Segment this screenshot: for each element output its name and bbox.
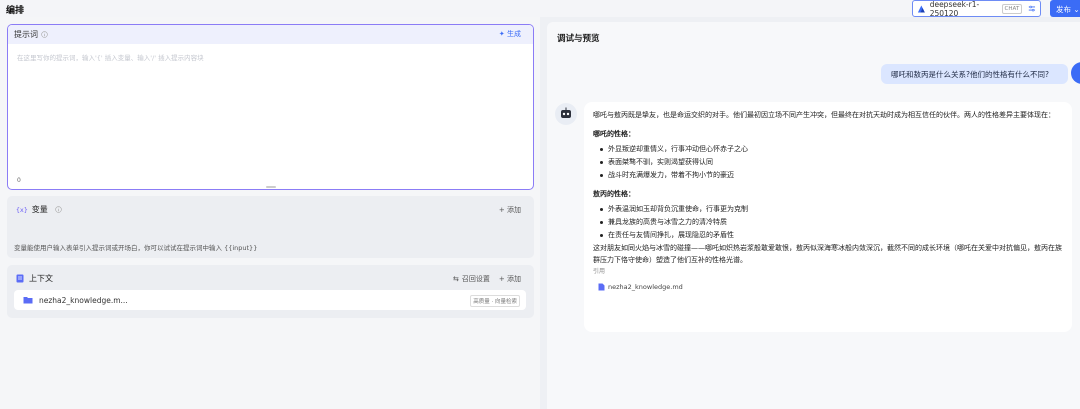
citation-file[interactable]: nezha2_knowledge.md xyxy=(598,282,1064,294)
user-message: 哪吒和敖丙是什么关系?他们的性格有什么不同? xyxy=(881,64,1068,84)
prompt-header: 提示词 ✦ 生成 xyxy=(8,25,533,44)
model-name: deepseek-r1-250120 xyxy=(929,0,980,18)
add-variable-button[interactable]: + 添加 xyxy=(499,205,521,215)
nezha-heading: 哪吒的性格： xyxy=(593,129,635,138)
recall-settings-label: 召回设置 xyxy=(461,275,490,283)
context-file-name: nezha2_knowledge.m... xyxy=(39,295,128,305)
page-title: 编排 xyxy=(6,6,25,16)
list-item: 战斗时充满爆发力，带着不拘小节的豪迈 xyxy=(600,170,1064,182)
list-item: 表面桀骜不驯，实则渴望获得认同 xyxy=(600,157,1064,169)
chevron-down-icon: ⌄ xyxy=(1073,5,1080,14)
info-icon[interactable] xyxy=(55,206,62,213)
citation-file-name: nezha2_knowledge.md xyxy=(608,282,683,291)
context-title: 上下文 xyxy=(29,274,53,283)
answer-intro: 哪吒与敖丙既是挚友，也是命运交织的对手。他们最初因立场不同产生冲突，但最终在对抗… xyxy=(593,111,1055,119)
citation-label: 引用 xyxy=(593,268,606,275)
prompt-title: 提示词 xyxy=(14,30,38,39)
plus-icon: + xyxy=(498,206,505,214)
swap-icon: ⇆ xyxy=(453,275,459,283)
aobing-heading: 敖丙的性格： xyxy=(593,189,635,198)
model-selector[interactable]: deepseek-r1-250120 CHAT xyxy=(912,0,1041,18)
context-file-item[interactable]: nezha2_knowledge.m... 高质量 · 向量检索 xyxy=(14,290,526,310)
generate-label: 生成 xyxy=(507,30,521,38)
list-item: 在责任与友情间挣扎，展现隐忍的矛盾性 xyxy=(600,230,1064,242)
recall-settings-button[interactable]: ⇆ 召回设置 xyxy=(453,274,490,284)
bot-message: 哪吒与敖丙既是挚友，也是命运交织的对手。他们最初因立场不同产生冲突，但最终在对抗… xyxy=(584,102,1072,332)
publish-button[interactable]: 发布 ⌄ xyxy=(1050,0,1080,17)
orchestration-panel: 提示词 ✦ 生成 在这里写你的提示词，输入'{' 插入变量、输入'/' 插入提示… xyxy=(0,17,540,409)
answer-conclusion: 这对朋友如同火焰与冰雪的碰撞——哪吒如炽热岩浆般敢爱敢恨，敖丙似深海寒冰般内敛深… xyxy=(593,244,1062,264)
context-card: 上下文 ⇆ 召回设置 + 添加 nezha2_knowledge.m... 高质量… xyxy=(7,265,534,318)
sliders-icon[interactable] xyxy=(1028,4,1036,13)
list-item: 外显叛逆却重情义，行事冲动但心怀赤子之心 xyxy=(600,144,1064,156)
variables-title: 变量 xyxy=(31,205,48,214)
model-type-tag: CHAT xyxy=(1001,3,1023,14)
resize-handle[interactable] xyxy=(266,186,276,188)
token-count: 0 xyxy=(17,177,21,184)
user-avatar xyxy=(1071,62,1080,84)
plus-icon: + xyxy=(498,275,505,283)
top-bar: 编排 deepseek-r1-250120 CHAT 发布 ⌄ xyxy=(0,0,1080,18)
info-icon[interactable] xyxy=(41,31,48,38)
variables-description: 变量能使用户输入表单引入提示词或开场白，你可以试试在提示词中输入 {{input… xyxy=(14,244,258,252)
nezha-trait-list: 外显叛逆却重情义，行事冲动但心怀赤子之心 表面桀骜不驯，实则渴望获得认同 战斗时… xyxy=(600,144,1064,182)
file-icon xyxy=(598,283,605,291)
prompt-input[interactable]: 在这里写你的提示词，输入'{' 插入变量、输入'/' 插入提示内容块 xyxy=(17,52,204,62)
model-logo-icon xyxy=(917,5,925,12)
add-context-button[interactable]: + 添加 xyxy=(499,274,521,284)
retrieval-mode-badge: 高质量 · 向量检索 xyxy=(470,295,520,307)
add-variable-label: 添加 xyxy=(507,206,521,214)
list-item: 外表温润如玉却背负沉重使命，行事更为克制 xyxy=(600,204,1064,216)
variables-card: {x} 变量 + 添加 变量能使用户输入表单引入提示词或开场白，你可以试试在提示… xyxy=(7,196,534,258)
generate-button[interactable]: ✦ 生成 xyxy=(499,29,521,39)
aobing-trait-list: 外表温润如玉却背负沉重使命，行事更为克制 兼具龙族的高贵与冰雪之力的清冷特质 在… xyxy=(600,204,1064,242)
add-context-label: 添加 xyxy=(507,275,521,283)
bot-avatar xyxy=(555,103,577,125)
publish-label: 发布 xyxy=(1056,5,1071,14)
robot-icon xyxy=(561,107,571,118)
folder-icon xyxy=(23,297,33,304)
document-icon xyxy=(16,274,24,283)
prompt-editor-card[interactable]: 提示词 ✦ 生成 在这里写你的提示词，输入'{' 插入变量、输入'/' 插入提示… xyxy=(7,24,534,190)
variables-title-row: {x} 变量 xyxy=(16,204,62,215)
context-title-row: 上下文 xyxy=(16,273,53,284)
debug-preview-panel: 调试与预览 哪吒和敖丙是什么关系?他们的性格有什么不同? 哪吒与敖丙既是挚友，也… xyxy=(547,22,1080,409)
list-item: 兼具龙族的高贵与冰雪之力的清冷特质 xyxy=(600,217,1064,229)
variable-braces-icon: {x} xyxy=(16,205,28,214)
sparkle-icon: ✦ xyxy=(498,30,505,38)
preview-title: 调试与预览 xyxy=(557,34,600,44)
